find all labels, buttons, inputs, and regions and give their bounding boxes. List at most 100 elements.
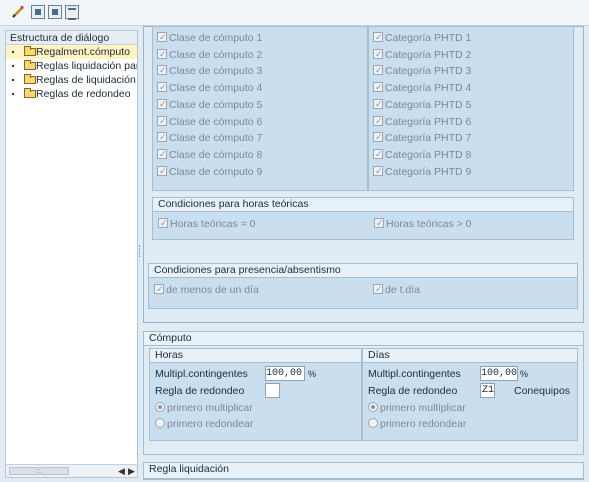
option-label: Categoría PHTD 2 [385, 48, 472, 61]
option-label: Clase de cómputo 6 [169, 115, 263, 128]
checkbox-icon [157, 47, 167, 61]
checkbox-icon [157, 130, 167, 144]
tree-item-reglas-de-liquidacion[interactable]: Reglas de liquidación par. [6, 73, 137, 87]
horas-multipl-input[interactable]: 100,00 [265, 366, 305, 381]
radio-icon [368, 418, 378, 428]
presencia-title: Condiciones para presencia/absentismo [149, 264, 577, 278]
checkbox-icon [373, 282, 383, 296]
horas-teoricas-cero[interactable]: Horas teóricas = 0 [158, 216, 256, 231]
horas-teoricas-mayor[interactable]: Horas teóricas > 0 [374, 216, 472, 231]
option-label: Categoría PHTD 1 [385, 32, 472, 44]
categoria-phtd-2[interactable]: Categoría PHTD 2 [373, 47, 472, 62]
tree-horizontal-scrollbar[interactable]: ::: ◀ ▶ [6, 464, 137, 477]
dias-multipl-input[interactable]: 100,00 [480, 366, 518, 381]
categoria-phtd-3[interactable]: Categoría PHTD 3 [373, 63, 471, 78]
clase-computo-6[interactable]: Clase de cómputo 6 [157, 114, 263, 129]
bullet-icon [12, 51, 14, 53]
clase-computo-7[interactable]: Clase de cómputo 7 [157, 130, 262, 145]
folder-open-icon [24, 46, 36, 56]
option-label: de t.día [385, 284, 421, 296]
option-label: Horas teóricas = 0 [170, 218, 256, 230]
scroll-right-icon[interactable]: ▶ [128, 465, 135, 477]
option-label: Horas teóricas > 0 [386, 218, 472, 230]
option-label: Clase de cómputo 5 [169, 98, 263, 111]
splitter-handle[interactable] [139, 245, 142, 257]
horas-redondeo-input[interactable] [265, 383, 280, 398]
horas-primero-redondear[interactable]: primero redondear [155, 417, 253, 431]
presencia-menos-dia[interactable]: de menos de un día [154, 282, 259, 297]
option-label: Clase de cómputo 9 [169, 165, 263, 178]
categoria-phtd-8[interactable]: Categoría PHTD 8 [373, 147, 471, 162]
dias-redondeo-label: Regla de redondeo [368, 385, 458, 397]
checkbox-icon [374, 216, 384, 230]
checkbox-icon [373, 63, 383, 77]
pencil-icon[interactable] [11, 5, 25, 19]
scroll-thumb[interactable]: ::: [9, 467, 69, 475]
checkbox-icon [157, 30, 167, 44]
clase-computo-2[interactable]: Clase de cómputo 2 [157, 47, 262, 62]
dias-primero-multiplicar[interactable]: primero multiplicar [368, 401, 466, 415]
dias-group: Días Multipl.contingentes 100,00 % Regla… [362, 348, 578, 441]
tree-item-reglas-liquidacion-cc[interactable]: Reglas liquidación para cc [6, 59, 137, 73]
checkbox-icon [373, 114, 383, 128]
horas-teoricas-group: Condiciones para horas teóricas Horas te… [152, 197, 574, 240]
clase-computo-8[interactable]: Clase de cómputo 8 [157, 147, 263, 162]
tree-item-reglas-redondeo[interactable]: Reglas de redondeo [6, 87, 137, 101]
categoria-phtd-5[interactable]: Categoría PHTD 5 [373, 97, 471, 112]
tree-item-computo[interactable]: Regalment.cómputo [6, 45, 137, 59]
horas-group: Horas Multipl.contingentes 100,00 % Regl… [149, 348, 362, 441]
computo-group: Cómputo Horas Multipl.contingentes 100,0… [143, 331, 584, 455]
clase-computo-3[interactable]: Clase de cómputo 3 [157, 63, 263, 78]
checkbox-icon [373, 97, 383, 111]
clase-computo-9[interactable]: Clase de cómputo 9 [157, 164, 263, 179]
categoria-phtd-1[interactable]: Categoría PHTD 1 [373, 30, 472, 45]
dias-title: Días [363, 349, 577, 363]
categoria-phtd-7[interactable]: Categoría PHTD 7 [373, 130, 472, 145]
presencia-t-dia[interactable]: de t.día [373, 282, 421, 297]
save-local-icon[interactable] [48, 5, 62, 19]
categoria-phtd-6[interactable]: Categoría PHTD 6 [373, 114, 472, 129]
checkbox-icon [373, 164, 383, 178]
save-icon[interactable] [31, 5, 45, 19]
dias-multipl-label: Multipl.contingentes [368, 368, 461, 380]
option-label: Categoría PHTD 6 [385, 115, 472, 128]
tree-item-label: Reglas de redondeo [36, 88, 131, 100]
option-label: Categoría PHTD 4 [385, 82, 472, 95]
tree-item-label: Regalment.cómputo [36, 46, 130, 58]
categoria-phtd-9[interactable]: Categoría PHTD 9 [373, 164, 472, 179]
option-label: Categoría PHTD 9 [385, 165, 472, 178]
radio-label: primero redondear [167, 418, 254, 430]
option-label: Clase de cómputo 4 [169, 82, 263, 95]
option-label: Clase de cómputo 1 [169, 32, 263, 44]
categorias-phtd-group: Categoría PHTD 1 Categoría PHTD 2 Categorí… [368, 26, 574, 191]
option-label: Clase de cómputo 8 [169, 148, 263, 161]
checkbox-icon [157, 164, 167, 178]
grip-icon: ::: [36, 468, 42, 475]
checkbox-icon [157, 114, 167, 128]
checkbox-icon [154, 282, 164, 296]
dias-primero-redondear[interactable]: primero redondear [368, 417, 466, 431]
table-icon[interactable] [65, 5, 79, 20]
folder-icon [24, 74, 36, 84]
horas-title: Horas [150, 349, 361, 363]
checkbox-icon [373, 80, 383, 94]
clase-computo-4[interactable]: Clase de cómputo 4 [157, 80, 263, 95]
bullet-icon [12, 65, 14, 67]
option-label: Categoría PHTD 7 [385, 132, 472, 145]
tree-item-label: Reglas de liquidación par. [36, 74, 137, 86]
dias-percent: % [520, 369, 529, 379]
clase-computo-1[interactable]: Clase de cómputo 1 [157, 30, 263, 45]
tree-title: Estructura de diálogo [6, 31, 137, 45]
radio-icon [368, 402, 378, 412]
checkbox-icon [373, 30, 383, 44]
horas-redondeo-label: Regla de redondeo [155, 385, 245, 397]
folder-icon [24, 88, 36, 98]
horas-percent: % [308, 369, 317, 379]
scroll-left-icon[interactable]: ◀ [118, 465, 125, 477]
tree-item-label: Reglas liquidación para cc [36, 60, 137, 72]
option-label: Clase de cómputo 3 [169, 65, 263, 78]
clase-computo-5[interactable]: Clase de cómputo 5 [157, 97, 263, 112]
horas-primero-multiplicar[interactable]: primero multiplicar [155, 401, 253, 415]
dias-redondeo-input[interactable]: Z1 [480, 383, 495, 398]
categoria-phtd-4[interactable]: Categoría PHTD 4 [373, 80, 472, 95]
